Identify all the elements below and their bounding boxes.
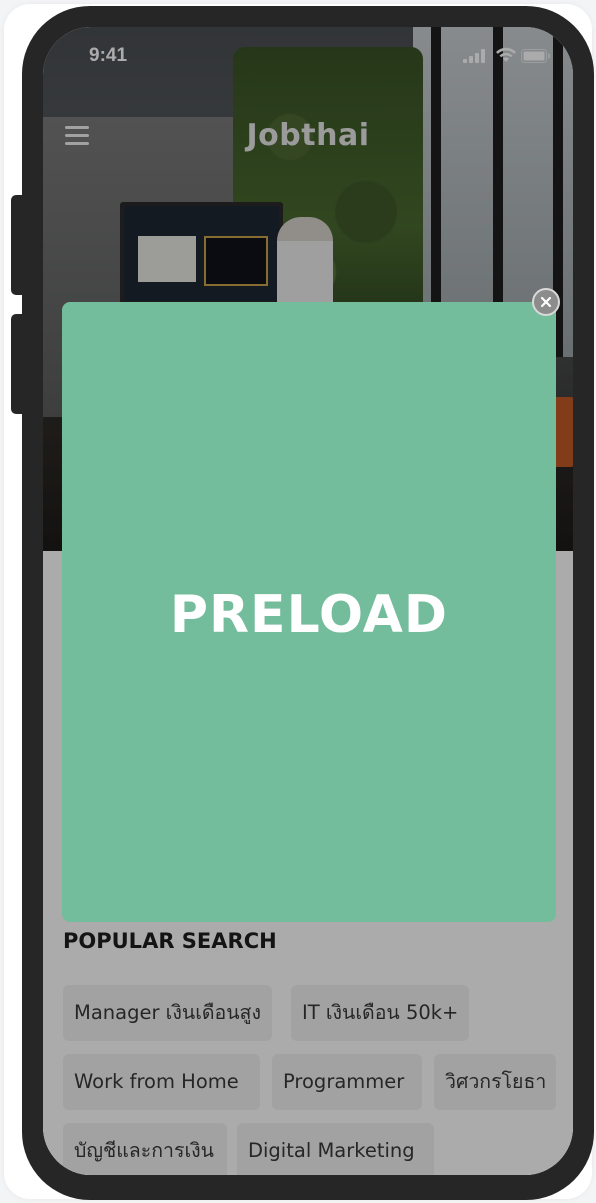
preload-label: PRELOAD bbox=[169, 585, 449, 645]
phone-screen: 9:41 Jobthai POPULAR SEARCH Manager เงิน… bbox=[43, 27, 573, 1175]
phone-frame: 9:41 Jobthai POPULAR SEARCH Manager เงิน… bbox=[22, 6, 594, 1200]
close-glyph bbox=[540, 296, 552, 308]
close-icon[interactable] bbox=[532, 288, 560, 316]
preload-modal[interactable]: PRELOAD bbox=[62, 302, 556, 922]
